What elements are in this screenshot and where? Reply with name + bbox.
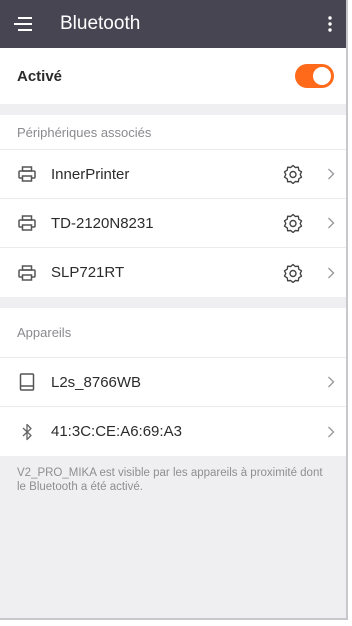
paired-devices-section: Périphériques associés InnerPrinter TD-2… [0,115,346,297]
paired-device-name: TD-2120N8231 [51,214,154,232]
chevron-right-icon [326,266,336,280]
printer-icon [17,263,37,283]
available-device-name: L2s_8766WB [51,373,142,391]
gear-icon[interactable] [282,163,304,185]
bluetooth-settings-screen: Bluetooth Activé Périphériques associés [0,0,348,620]
printer-icon [17,213,37,233]
chevron-right-icon [326,167,336,181]
printer-icon [17,164,37,184]
gear-icon[interactable] [282,262,304,284]
paired-device-name: SLP721RT [51,264,125,281]
hamburger-icon[interactable] [0,0,46,48]
paired-device-row[interactable]: InnerPrinter [0,150,346,199]
available-devices-section: Appareils L2s_8766WB 41:3C:CE:A6:69:A3 [0,308,346,456]
chevron-right-icon [326,216,336,230]
available-device-name: 41:3C:CE:A6:69:A3 [51,423,182,440]
paired-device-row[interactable]: TD-2120N8231 [0,199,346,248]
tablet-icon [17,372,37,392]
available-device-row[interactable]: 41:3C:CE:A6:69:A3 [0,407,346,456]
page-title: Bluetooth [60,13,141,34]
available-devices-header: Appareils [0,308,346,358]
more-vert-icon[interactable] [314,0,346,48]
bluetooth-switch[interactable] [295,64,334,88]
bluetooth-icon [17,422,37,442]
available-device-row[interactable]: L2s_8766WB [0,358,346,407]
section-divider [0,104,346,115]
switch-knob [313,67,331,85]
visibility-note: V2_PRO_MIKA est visible par les appareil… [17,467,323,493]
paired-device-row[interactable]: SLP721RT [0,248,346,297]
paired-device-name: InnerPrinter [51,165,130,183]
bluetooth-toggle-label: Activé [17,67,63,85]
paired-devices-header: Périphériques associés [0,115,346,150]
chevron-right-icon [326,425,336,439]
chevron-right-icon [326,375,336,389]
app-bar: Bluetooth [0,0,346,48]
bluetooth-toggle-row[interactable]: Activé [0,48,346,104]
gear-icon[interactable] [282,212,304,234]
section-divider [0,297,346,308]
